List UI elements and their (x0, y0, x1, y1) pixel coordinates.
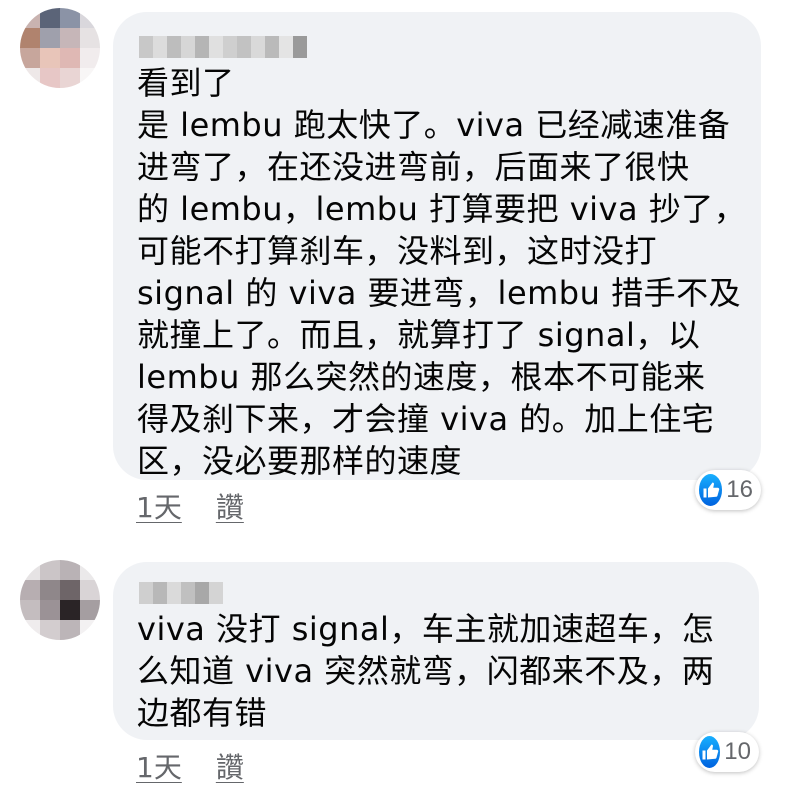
thumbs-up-icon (699, 736, 721, 768)
comment-actions: 1天 讚 (136, 746, 244, 786)
comment-line: 边都有错 (137, 694, 268, 732)
comment-bubble: viva 没打 signal，车主就加速超车，怎 么知道 viva 突然就弯，闪… (113, 562, 759, 740)
avatar[interactable] (20, 560, 100, 640)
comment-line: 么知道 viva 突然就弯，闪都来不及，两 (137, 652, 715, 690)
comment-line: 就撞上了。而且，就算打了 signal，以 (137, 316, 701, 354)
commenter-name[interactable] (139, 36, 739, 58)
timestamp-link[interactable]: 1天 (136, 746, 182, 786)
avatar[interactable] (20, 8, 100, 88)
comment-line: 可能不打算刹车，没料到，这时没打 (137, 232, 658, 270)
reaction-count: 16 (726, 476, 753, 503)
comment-line: 看到了 (137, 64, 235, 102)
comment-line: 得及刹下来，才会撞 viva 的。加上住宅 (137, 400, 715, 438)
like-button[interactable]: 讚 (216, 746, 244, 786)
comment-line: 的 lembu，lembu 打算要把 viva 抄了， (137, 190, 747, 228)
comment-text: viva 没打 signal，车主就加速超车，怎 么知道 viva 突然就弯，闪… (137, 608, 737, 734)
commenter-name[interactable] (139, 582, 737, 604)
comment-line: lembu 那么突然的速度，根本不可能来 (137, 358, 706, 396)
comment-line: 是 lembu 跑太快了。viva 已经减速准备 (137, 106, 731, 144)
comment-text: 看到了 是 lembu 跑太快了。viva 已经减速准备 进弯了，在还没进弯前，… (137, 62, 747, 482)
comment-line: 区，没必要那样的速度 (137, 442, 463, 480)
comment-bubble: 看到了 是 lembu 跑太快了。viva 已经减速准备 进弯了，在还没进弯前，… (113, 12, 761, 480)
thumbs-up-icon (699, 474, 723, 506)
comment-actions: 1天 讚 (136, 486, 244, 526)
like-button[interactable]: 讚 (216, 486, 244, 526)
reaction-summary[interactable]: 16 (695, 470, 761, 510)
comment-line: viva 没打 signal，车主就加速超车，怎 (137, 610, 715, 648)
comment-line: 进弯了，在还没进弯前，后面来了很快 (137, 148, 690, 186)
reaction-count: 10 (724, 738, 751, 765)
reaction-summary[interactable]: 10 (695, 732, 759, 772)
comment-line: signal 的 viva 要进弯，lembu 措手不及 (137, 274, 742, 312)
timestamp-link[interactable]: 1天 (136, 486, 182, 526)
